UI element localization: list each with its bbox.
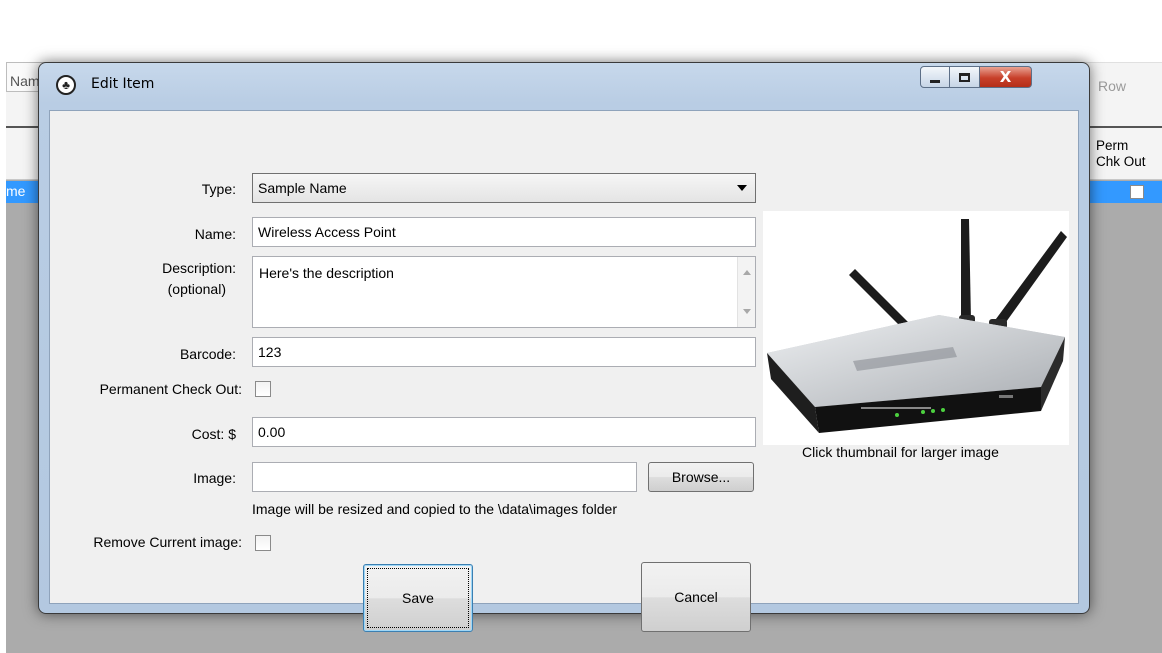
description-textarea[interactable]: Here's the description xyxy=(252,256,756,328)
scroll-up-icon[interactable] xyxy=(743,270,751,275)
remove-image-checkbox[interactable] xyxy=(255,535,271,551)
chevron-down-icon[interactable] xyxy=(737,185,747,191)
scroll-down-icon[interactable] xyxy=(743,309,751,314)
background-selected-row-text: me xyxy=(6,183,26,199)
cost-field[interactable]: 0.00 xyxy=(252,417,756,447)
background-name-label: Nam xyxy=(10,73,40,89)
image-label: Image: xyxy=(193,470,236,486)
background-top xyxy=(0,0,1162,62)
type-label: Type: xyxy=(201,181,236,197)
save-button[interactable]: Save xyxy=(363,564,473,632)
background-row-button-label[interactable]: Row xyxy=(1098,78,1126,94)
description-label: Description: xyxy=(162,260,236,276)
permanent-checkout-label: Permanent Check Out: xyxy=(99,381,242,397)
antenna-graphics xyxy=(849,219,1067,335)
minimize-icon xyxy=(930,79,940,83)
description-optional-label: (optional) xyxy=(167,281,226,297)
close-icon: X xyxy=(999,68,1012,86)
dialog-title: Edit Item xyxy=(91,76,155,92)
browse-button[interactable]: Browse... xyxy=(648,462,754,492)
perm-header-line2: Chk Out xyxy=(1096,154,1146,169)
type-dropdown[interactable]: Sample Name xyxy=(252,173,756,203)
background-row-checkbox[interactable] xyxy=(1130,185,1144,199)
focus-rectangle xyxy=(367,568,469,628)
cost-label: Cost: $ xyxy=(191,426,236,442)
router-image xyxy=(767,219,1067,433)
perm-header-line1: Perm xyxy=(1096,138,1129,153)
app-icon: ♣ xyxy=(56,75,76,95)
description-scrollbar[interactable] xyxy=(737,257,755,327)
maximize-icon xyxy=(959,72,970,82)
close-button[interactable]: X xyxy=(980,66,1032,88)
item-thumbnail-image[interactable] xyxy=(763,211,1069,445)
caption-buttons: X xyxy=(920,66,1032,92)
permanent-checkout-checkbox[interactable] xyxy=(255,381,271,397)
name-field[interactable]: Wireless Access Point xyxy=(252,217,756,247)
dialog-client-area: Type: Sample Name Name: Wireless Access … xyxy=(49,110,1079,632)
cancel-button[interactable]: Cancel xyxy=(641,562,751,632)
minimize-button[interactable] xyxy=(920,66,950,88)
maximize-button[interactable] xyxy=(950,66,980,88)
remove-image-label: Remove Current image: xyxy=(93,534,242,550)
description-text: Here's the description xyxy=(259,265,394,281)
name-label: Name: xyxy=(194,226,236,242)
barcode-field[interactable]: 123 xyxy=(252,337,756,367)
thumbnail-hint: Click thumbnail for larger image xyxy=(802,444,999,460)
barcode-label: Barcode: xyxy=(179,346,236,362)
edit-item-dialog: ♣ Edit Item X Type: Sample Name Name: Wi… xyxy=(38,62,1090,632)
type-selected-value: Sample Name xyxy=(258,180,347,196)
background-perm-checkout-header: Perm Chk Out xyxy=(1096,138,1146,170)
image-note: Image will be resized and copied to the … xyxy=(252,501,617,517)
image-path-field[interactable] xyxy=(252,462,637,492)
